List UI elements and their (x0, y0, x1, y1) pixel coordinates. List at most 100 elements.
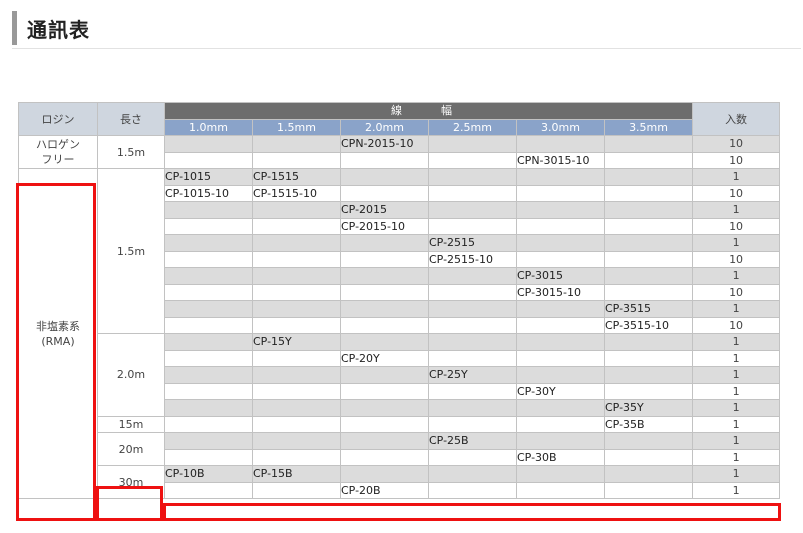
table-cell (164, 217, 253, 235)
table-cell (428, 217, 517, 235)
product-table: ロジン 長さ 線 幅 入数 1.0mm 1.5mm 2.0mm 2.5mm 3.0mm 3… (18, 102, 781, 499)
qty-cell: 1 (692, 168, 781, 186)
header-width-2: 2.0mm (340, 118, 429, 136)
table-cell (516, 168, 605, 186)
table-cell (164, 250, 253, 268)
table-cell (516, 217, 605, 235)
table-cell: CP-2515-10 (428, 250, 517, 268)
table-cell: CP-3515 (603, 300, 694, 318)
qty-cell: 1 (692, 349, 781, 367)
table-cell (340, 432, 429, 450)
qty-cell: 1 (692, 415, 781, 433)
table-cell (516, 135, 605, 153)
table-cell (603, 333, 694, 351)
table-cell: CP-15B (252, 465, 341, 483)
header-width-5: 3.5mm (603, 118, 694, 136)
qty-cell: 1 (692, 382, 781, 400)
qty-cell: 10 (692, 316, 781, 334)
table-cell: CP-2015-10 (340, 217, 429, 235)
table-cell (252, 217, 341, 235)
table-cell (252, 250, 341, 268)
table-cell (164, 349, 253, 367)
table-cell (428, 168, 517, 186)
table-cell (340, 184, 429, 202)
table-cell (428, 349, 517, 367)
table-cell (516, 399, 605, 417)
highlight-cp20b-row-box (163, 503, 781, 521)
table-cell: CP-1015-10 (164, 184, 253, 202)
table-cell (603, 250, 694, 268)
table-cell (428, 415, 517, 433)
table-cell (603, 267, 694, 285)
length-label: 1.5m (97, 168, 165, 334)
highlight-30m-box (96, 486, 163, 521)
table-cell (428, 300, 517, 318)
title-accent-bar (12, 11, 17, 45)
table-cell: CPN-3015-10 (516, 151, 605, 169)
table-cell (428, 135, 517, 153)
table-cell (603, 283, 694, 301)
table-cell: CP-25B (428, 432, 517, 450)
table-cell (164, 135, 253, 153)
table-cell: CP-10B (164, 465, 253, 483)
qty-cell: 1 (692, 300, 781, 318)
table-cell: CP-20B (340, 481, 429, 499)
header-width-0: 1.0mm (164, 118, 253, 136)
header-qty: 入数 (692, 102, 781, 136)
table-cell (340, 316, 429, 334)
qty-cell: 10 (692, 283, 781, 301)
table-cell: CP-1515-10 (252, 184, 341, 202)
table-row: ハロゲン フリー 1.5m CPN-2015-10 10 (18, 135, 781, 169)
table-cell (164, 300, 253, 318)
table-cell (603, 366, 694, 384)
table-cell (340, 366, 429, 384)
table-cell (603, 382, 694, 400)
table-cell (428, 333, 517, 351)
table-cell: CP-3015 (516, 267, 605, 285)
table-cell: CP-35B (603, 415, 694, 433)
table-cell (164, 382, 253, 400)
table-cell: CPN-2015-10 (340, 135, 429, 153)
table-cell (516, 415, 605, 433)
table-cell: CP-35Y (603, 399, 694, 417)
table-cell: CP-15Y (252, 333, 341, 351)
table-cell (428, 316, 517, 334)
table-row: 非塩素系 (RMA) 1.5m CP-1015 CP-1515 1 (18, 168, 781, 499)
table-cell: CP-2515 (428, 234, 517, 252)
table-cell (516, 349, 605, 367)
table-cell (428, 267, 517, 285)
table-cell (164, 481, 253, 499)
qty-cell: 10 (692, 217, 781, 235)
table-cell (340, 283, 429, 301)
header-width-1: 1.5mm (252, 118, 341, 136)
length-label: 15m (97, 415, 165, 433)
length-label: 1.5m (97, 135, 165, 169)
table-cell: CP-3515-10 (603, 316, 694, 334)
qty-cell: 10 (692, 135, 781, 153)
table-cell (516, 300, 605, 318)
table-cell: CP-25Y (428, 366, 517, 384)
table-cell (340, 151, 429, 169)
table-cell (603, 184, 694, 202)
qty-cell: 1 (692, 481, 781, 499)
table-cell (428, 283, 517, 301)
table-cell (428, 399, 517, 417)
table-cell (252, 382, 341, 400)
table-row: 30m CP-10B CP-15B 1 (19, 465, 781, 499)
table-cell: CP-30Y (516, 382, 605, 400)
length-label: 2.0m (97, 333, 165, 417)
qty-cell: 10 (692, 184, 781, 202)
table-cell (164, 448, 253, 466)
table-cell (340, 382, 429, 400)
table-cell (164, 399, 253, 417)
table-cell (252, 283, 341, 301)
rosin-label-halogen-free: ハロゲン フリー (18, 135, 98, 169)
table-cell (340, 465, 429, 483)
qty-cell: 10 (692, 151, 781, 169)
table-cell (252, 415, 341, 433)
table-row: 20m CP-25B 1 (19, 432, 781, 466)
header-width-group: 線 幅 (163, 102, 694, 120)
table-cell (603, 168, 694, 186)
table-cell (164, 415, 253, 433)
table-cell (252, 151, 341, 169)
